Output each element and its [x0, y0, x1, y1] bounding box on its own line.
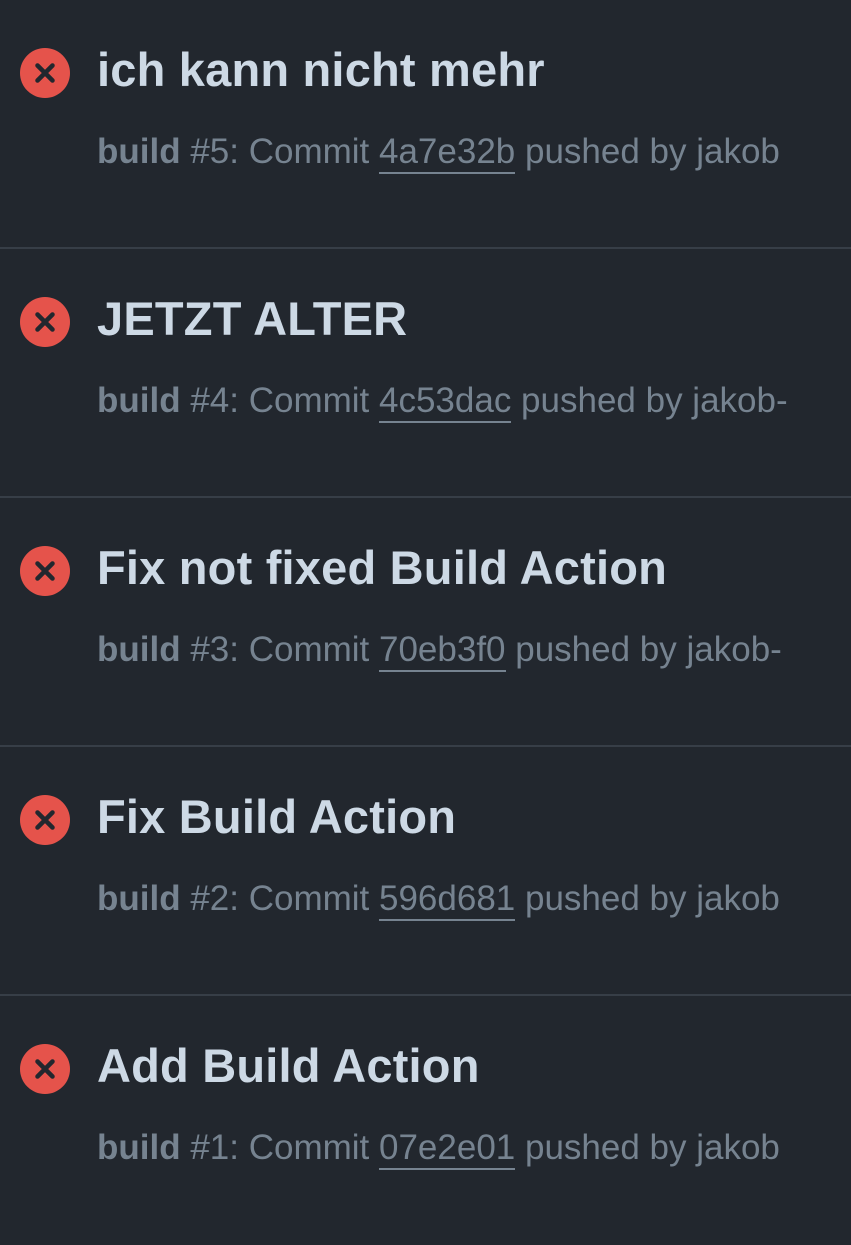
workflow-name: build — [97, 630, 181, 669]
pushed-by-text: pushed by jakob — [515, 132, 780, 171]
pushed-by-text: pushed by jakob- — [511, 381, 788, 420]
run-number: #1 — [190, 1128, 230, 1167]
run-number: #2 — [190, 879, 230, 918]
workflow-run-item[interactable]: Fix not fixed Build Action build #3: Com… — [0, 498, 851, 747]
workflow-run-list: ich kann nicht mehr build #5: Commit 4a7… — [0, 0, 851, 1200]
workflow-name: build — [97, 879, 181, 918]
workflow-name: build — [97, 381, 181, 420]
run-title[interactable]: Fix not fixed Build Action — [97, 538, 667, 598]
x-circle-fill-icon — [20, 1044, 70, 1094]
workflow-run-item[interactable]: Fix Build Action build #2: Commit 596d68… — [0, 747, 851, 996]
commit-sha-link[interactable]: 07e2e01 — [379, 1128, 516, 1170]
run-title[interactable]: JETZT ALTER — [97, 289, 407, 349]
run-number: #4 — [190, 381, 230, 420]
commit-prefix: : Commit — [229, 132, 379, 171]
x-circle-fill-icon — [20, 297, 70, 347]
commit-sha-link[interactable]: 4a7e32b — [379, 132, 516, 174]
commit-prefix: : Commit — [229, 630, 379, 669]
run-title[interactable]: Fix Build Action — [97, 787, 456, 847]
run-meta: build #4: Commit 4c53dac pushed by jakob… — [97, 377, 788, 425]
run-number: #3 — [190, 630, 230, 669]
run-meta: build #2: Commit 596d681 pushed by jakob — [97, 875, 780, 923]
workflow-run-item[interactable]: ich kann nicht mehr build #5: Commit 4a7… — [0, 0, 851, 249]
pushed-by-text: pushed by jakob- — [505, 630, 782, 669]
workflow-name: build — [97, 132, 181, 171]
run-meta: build #5: Commit 4a7e32b pushed by jakob — [97, 128, 780, 176]
commit-prefix: : Commit — [229, 879, 379, 918]
commit-prefix: : Commit — [229, 381, 379, 420]
pushed-by-text: pushed by jakob — [515, 879, 780, 918]
run-number: #5 — [190, 132, 230, 171]
run-title[interactable]: Add Build Action — [97, 1036, 480, 1096]
workflow-run-item[interactable]: Add Build Action build #1: Commit 07e2e0… — [0, 996, 851, 1245]
commit-prefix: : Commit — [229, 1128, 379, 1167]
x-circle-fill-icon — [20, 795, 70, 845]
x-circle-fill-icon — [20, 546, 70, 596]
workflow-run-item[interactable]: JETZT ALTER build #4: Commit 4c53dac pus… — [0, 249, 851, 498]
workflow-name: build — [97, 1128, 181, 1167]
commit-sha-link[interactable]: 596d681 — [379, 879, 516, 921]
x-circle-fill-icon — [20, 48, 70, 98]
run-title[interactable]: ich kann nicht mehr — [97, 40, 545, 100]
run-meta: build #3: Commit 70eb3f0 pushed by jakob… — [97, 626, 782, 674]
commit-sha-link[interactable]: 70eb3f0 — [379, 630, 506, 672]
commit-sha-link[interactable]: 4c53dac — [379, 381, 512, 423]
run-meta: build #1: Commit 07e2e01 pushed by jakob — [97, 1124, 780, 1172]
pushed-by-text: pushed by jakob — [515, 1128, 780, 1167]
